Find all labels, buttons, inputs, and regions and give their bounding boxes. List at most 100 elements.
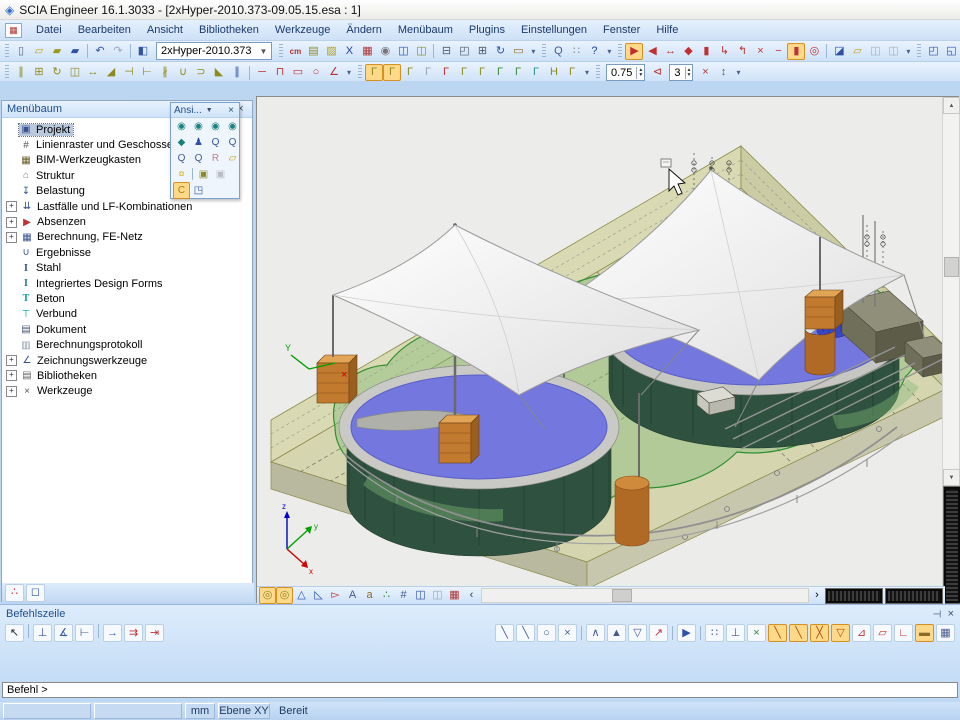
view-3d-icon[interactable]: ◳ [190,182,207,199]
statusbar-units[interactable]: mm [185,703,215,719]
surface-load-icon[interactable]: Γ [401,64,419,81]
draw-rectangle-icon[interactable]: ▭ [289,64,307,81]
select-cut-icon[interactable]: × [751,43,769,60]
crate-2[interactable] [439,415,479,463]
move-icon[interactable]: ∥ [12,64,30,81]
free-point-load-icon[interactable]: Γ [419,64,437,81]
chevron-down-icon[interactable]: ▼ [260,47,268,56]
chevron-down-icon[interactable]: ▼ [206,107,213,114]
zoom-document-icon[interactable]: Q [549,43,567,60]
offset-icon[interactable]: ∥ [228,64,246,81]
units-icon[interactable]: cm [286,43,304,60]
snap-line-icon[interactable]: ╲ [495,624,514,642]
open-project-icon[interactable]: ▱ [30,43,48,60]
scroll-down-icon[interactable]: ▼ [943,469,960,486]
scroll-left-icon[interactable]: ‹ [463,587,480,604]
view-toolbar-header[interactable]: Ansi... ▼ × [171,103,239,118]
view-y-icon[interactable]: ◉ [190,118,207,135]
camera-icon[interactable]: ▣ [195,166,212,183]
catalog-icon[interactable]: ▦ [358,43,376,60]
toolbar-grip[interactable] [5,44,9,59]
window-view2-icon[interactable]: ◫ [429,587,446,604]
cursor-select-icon[interactable]: ↖ [5,624,24,642]
layers-manager-icon[interactable]: ▱ [848,43,866,60]
layer-filter-icon[interactable]: ◫ [866,43,884,60]
layers-save-icon[interactable]: ◪ [830,43,848,60]
lock-y-icon[interactable]: ⇉ [124,624,143,642]
document-window-icon[interactable]: ▦ [5,23,22,38]
window-view-icon[interactable]: ◫ [412,587,429,604]
snap-grid-icon[interactable]: ∷ [705,624,724,642]
toolbar-grip[interactable] [917,44,921,59]
menu-menbaum[interactable]: Menübaum [390,22,461,38]
view-camera-icon[interactable]: ◆ [173,134,190,151]
render-points-icon[interactable]: ∴ [378,587,395,604]
moment-load-icon[interactable]: H [545,64,563,81]
tree-item-bibliotheken[interactable]: +▤Bibliotheken [2,368,252,383]
viewport-vscrollbar[interactable]: ▲ ▼ [942,97,959,603]
toolbar-grip[interactable] [542,44,546,59]
tree-expander-icon[interactable]: + [6,355,17,366]
zoom-all-icon[interactable]: Q [190,150,207,167]
statusbar-plane[interactable]: Ebene XY [218,703,270,719]
document-refresh-icon[interactable]: ↻ [491,43,509,60]
grid-step-spinner[interactable]: 3▲▼ [669,64,693,81]
split-window-icon[interactable]: ◧ [134,43,152,60]
trim-icon[interactable]: ⊣ [120,64,138,81]
angle-snap-icon[interactable]: ⊲ [648,64,666,81]
toolbar-overflow-button[interactable]: ▾ [527,43,539,60]
select-elements-icon[interactable]: ▶ [625,43,643,60]
snap-face-icon[interactable]: ▽ [628,624,647,642]
labels-edit-icon[interactable]: a [361,587,378,604]
snap-parallel-icon[interactable]: ▱ [873,624,892,642]
windows-pair2-icon[interactable]: ◫ [412,43,430,60]
flag-display-icon[interactable]: ▻ [327,587,344,604]
pool-left[interactable] [339,365,619,556]
close-icon[interactable]: × [226,105,236,116]
point-load-icon[interactable]: Γ [365,64,383,81]
select-target-icon[interactable]: ◎ [805,43,823,60]
save-all-icon[interactable]: ▰ [48,43,66,60]
copy-icon[interactable]: ⊞ [30,64,48,81]
lock-x-icon[interactable]: → [103,624,122,642]
point-grid-icon[interactable]: ∷ [567,43,585,60]
wind-load-icon[interactable]: Γ [509,64,527,81]
select-remove-icon[interactable]: − [769,43,787,60]
view-x-icon[interactable]: ◉ [173,118,190,135]
scroll-right-icon[interactable]: › [810,587,824,604]
select-previous-icon[interactable]: ↰ [733,43,751,60]
snap-settings-icon[interactable]: ▬ [915,624,934,642]
cross-marker-icon[interactable]: × [696,64,714,81]
context-help-icon[interactable]: ? [585,43,603,60]
snap-tangent-icon[interactable]: ⊿ [852,624,871,642]
minimized-window-1[interactable] [826,589,882,603]
zoom-selection-icon[interactable]: R [207,150,224,167]
toolbar-overflow-button[interactable]: ▾ [343,64,355,81]
tree-expander-icon[interactable]: + [6,370,17,381]
labels-abc-icon[interactable]: A [344,587,361,604]
snap-edge-icon[interactable]: ▲ [607,624,626,642]
new-project-icon[interactable]: ▯ [12,43,30,60]
zoom-window-icon[interactable]: Q [173,150,190,167]
window-cascade-icon[interactable]: ◰ [924,43,942,60]
scale-spinner[interactable]: 0.75▲▼ [606,64,645,81]
snap-perpendicular-icon[interactable]: ▽ [831,624,850,642]
toolbar-grip[interactable] [358,65,362,80]
deselect-icon[interactable]: ◀ [643,43,661,60]
select-by-layer-icon[interactable]: ▮ [787,43,805,60]
tree-item-verbund[interactable]: ⊤Verbund [2,307,252,322]
tree-item-berechnungsprotokoll[interactable]: ▥Berechnungsprotokoll [2,337,252,352]
windows-pair-icon[interactable]: ◫ [394,43,412,60]
panel-tab-window-icon[interactable]: ◻ [26,584,45,602]
snap-delete-icon[interactable]: × [558,624,577,642]
stretch-icon[interactable]: ↔ [84,64,102,81]
menu-einstellungen[interactable]: Einstellungen [513,22,595,38]
toolbar-overflow-button[interactable]: ▾ [902,43,914,60]
menu-plugins[interactable]: Plugins [461,22,513,38]
menu-ansicht[interactable]: Ansicht [139,22,191,38]
walk-mode-icon[interactable]: ♟ [190,134,207,151]
window-tile-icon[interactable]: ◱ [942,43,960,60]
select-single-icon[interactable]: ▮ [697,43,715,60]
layer-filter2-icon[interactable]: ◫ [884,43,902,60]
menu-datei[interactable]: Datei [28,22,70,38]
